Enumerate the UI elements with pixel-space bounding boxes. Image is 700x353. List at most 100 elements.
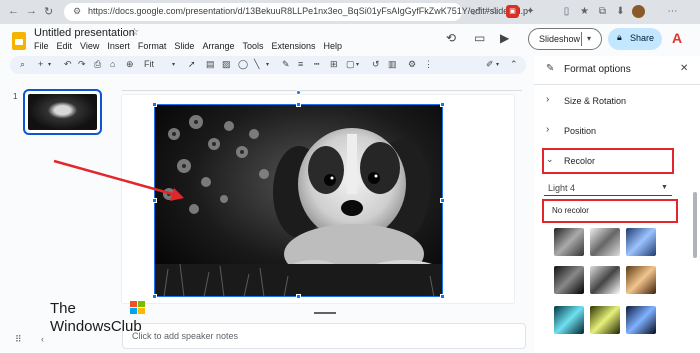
collapse-filmstrip-icon[interactable]: ‹ [41,334,44,344]
menu-format[interactable]: Format [138,41,167,51]
share-button[interactable]: 🔒︎ Share [608,28,662,50]
notes-resize-handle[interactable] [314,312,336,314]
comment-icon[interactable]: ▭ [474,31,485,45]
chevron-down-icon[interactable]: ▾ [48,61,51,68]
document-title[interactable]: Untitled presentation [34,27,135,39]
menu-arrange[interactable]: Arrange [202,41,234,51]
favorites-icon[interactable]: ★ [578,5,591,18]
slideshow-button[interactable]: Slideshow ▾ [528,28,602,50]
star-icon[interactable]: ☆ [130,27,139,38]
top-ruler [122,83,522,91]
recolor-swatch-gray-dark[interactable] [554,228,584,256]
more-menu-icon[interactable]: ⋯ [666,5,679,18]
print-icon[interactable]: ⎙ [94,59,101,70]
recolor-swatch-teal[interactable] [554,306,584,334]
section-position[interactable]: Position [564,126,596,136]
reset-image-icon[interactable]: ↺ [372,59,380,70]
recolor-swatch-navy[interactable] [626,306,656,334]
chevron-down-icon[interactable]: ▾ [587,34,591,43]
menu-insert[interactable]: Insert [107,41,130,51]
speaker-notes[interactable]: Click to add speaker notes [122,323,526,349]
edit-mode-icon[interactable]: ✐ [486,59,494,70]
resize-handle[interactable] [152,102,157,107]
chevron-down-icon[interactable]: ▾ [266,61,269,68]
menu-extensions[interactable]: Extensions [271,41,315,51]
alt-text-icon[interactable]: ▥ [388,59,397,70]
zoom-select[interactable]: Fit [144,59,154,69]
history-icon[interactable]: ⟲ [446,31,456,45]
chevron-right-icon[interactable]: › [546,94,549,105]
profile-avatar-icon[interactable] [632,5,645,18]
line-icon[interactable]: ╲ [254,59,259,70]
site-info-icon[interactable]: ⚙ [73,6,81,17]
chevron-right-icon[interactable]: › [546,124,549,135]
border-color-icon[interactable]: ✎ [282,59,290,70]
address-bar[interactable]: ⚙ https://docs.google.com/presentation/d… [64,3,528,21]
crop-icon[interactable]: ⊞ [330,59,338,70]
translate-icon[interactable]: ⤢ [470,5,483,18]
image-icon[interactable]: ▨ [222,59,231,70]
panel-scrollbar[interactable] [693,192,697,258]
grid-view-icon[interactable]: ⠿ [15,334,22,345]
rotate-handle[interactable] [296,90,301,95]
menu-view[interactable]: View [80,41,99,51]
collapse-toolbar-icon[interactable]: ⌃ [510,59,518,70]
extensions-puzzle-icon[interactable]: ✦ [524,5,537,18]
chevron-down-icon[interactable]: ▾ [172,61,175,68]
undo-icon[interactable]: ↶ [64,59,72,70]
meet-camera-icon[interactable]: ▶ [500,31,509,45]
redo-icon[interactable]: ↷ [78,59,86,70]
search-menus-icon[interactable]: ⌕ [20,59,25,70]
menu-help[interactable]: Help [324,41,343,51]
more-icon[interactable]: ⋮ [424,59,433,70]
recolor-swatch-black[interactable] [554,266,584,294]
select-cursor-icon[interactable]: ➚ [188,59,196,70]
border-dash-icon[interactable]: ┅ [314,59,319,70]
shape-icon[interactable]: ◯ [238,59,248,70]
menu-tools[interactable]: Tools [242,41,263,51]
menu-file[interactable]: File [34,41,49,51]
forward-arrow-icon[interactable]: → [26,5,37,17]
resize-handle[interactable] [296,294,301,299]
split-view-icon[interactable]: ▯ [560,5,573,18]
section-size-rotation[interactable]: Size & Rotation [564,96,626,106]
collections-icon[interactable]: ⧉ [596,5,609,18]
resize-handle[interactable] [152,294,157,299]
text-box-icon[interactable]: ▤ [206,59,215,70]
downloads-icon[interactable]: ⬇ [614,5,627,18]
close-icon[interactable]: ✕ [680,63,688,74]
slide-number: 1 [13,92,18,101]
zoom-icon[interactable]: ⊕ [126,59,134,70]
resize-handle[interactable] [440,198,445,203]
chevron-down-icon[interactable]: ▾ [496,61,499,68]
chevron-down-icon[interactable]: ▾ [356,61,359,68]
resize-handle[interactable] [296,102,301,107]
recolor-select[interactable]: Light 4 ▼ [544,180,672,196]
star-bookmark-icon[interactable]: ☆ [488,5,501,18]
recolor-swatch-gray-light[interactable] [590,228,620,256]
resize-handle[interactable] [440,102,445,107]
extension-icon[interactable]: ▣ [506,5,519,18]
mask-image-icon[interactable]: ▢ [346,59,355,70]
recolor-swatch-white[interactable] [590,266,620,294]
border-weight-icon[interactable]: ≡ [298,59,303,69]
slide-thumbnail[interactable] [23,89,102,135]
format-options-icon[interactable]: ⚙ [408,59,416,70]
recolor-swatch-sepia[interactable] [626,266,656,294]
account-logo-icon[interactable]: A [672,30,682,46]
selection-frame [154,104,443,297]
share-label: Share [630,33,655,43]
watermark-line1: The [50,300,76,317]
paint-format-icon[interactable]: ⌂ [110,59,115,69]
new-slide-icon[interactable]: + [38,59,43,69]
recolor-swatch-blue[interactable] [626,228,656,256]
panel-divider [534,84,700,85]
refresh-icon[interactable]: ↻ [44,5,53,18]
menu-slide[interactable]: Slide [174,41,194,51]
menu-edit[interactable]: Edit [57,41,73,51]
slides-logo-icon[interactable] [12,32,26,50]
resize-handle[interactable] [440,294,445,299]
recolor-swatch-yellow[interactable] [590,306,620,334]
app-header: Untitled presentation ☆ File Edit View I… [0,24,700,56]
back-arrow-icon[interactable]: ← [8,5,19,17]
